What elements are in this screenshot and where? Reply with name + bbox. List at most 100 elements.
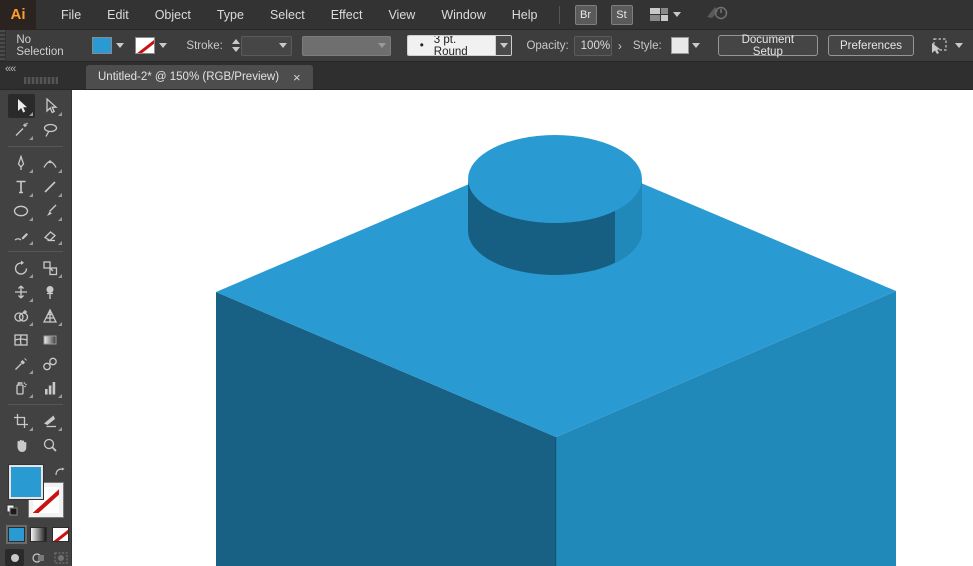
style-swatch[interactable] xyxy=(670,37,689,54)
selection-tool[interactable] xyxy=(7,94,35,118)
slice-tool[interactable] xyxy=(37,409,64,433)
opacity-label[interactable]: Opacity: xyxy=(526,40,568,52)
chevron-down-icon xyxy=(692,43,701,48)
brush-definition-value[interactable]: • 3 pt. Round xyxy=(407,35,495,56)
direct-selection-tool[interactable] xyxy=(37,94,64,118)
eraser-tool[interactable] xyxy=(37,223,64,247)
dock-grip[interactable] xyxy=(24,77,58,84)
menu-edit[interactable]: Edit xyxy=(94,0,142,30)
menu-effect[interactable]: Effect xyxy=(318,0,376,30)
blend-tool[interactable] xyxy=(37,352,64,376)
column-graph-tool[interactable] xyxy=(37,376,64,400)
control-bar: No Selection Stroke: • 3 pt. Round Opaci… xyxy=(0,30,973,62)
menu-file[interactable]: File xyxy=(48,0,94,30)
hand-tool[interactable] xyxy=(8,433,35,457)
menu-type[interactable]: Type xyxy=(204,0,257,30)
perspective-grid-tool[interactable] xyxy=(37,304,64,328)
zoom-tool[interactable] xyxy=(37,433,64,457)
type-tool[interactable] xyxy=(8,175,35,199)
shape-builder-tool[interactable] xyxy=(8,304,35,328)
chevron-down-icon xyxy=(158,43,167,48)
draw-normal-button[interactable] xyxy=(5,549,25,566)
puppet-warp-tool[interactable] xyxy=(37,280,64,304)
stroke-color-swatch-none[interactable] xyxy=(135,37,156,54)
selection-status: No Selection xyxy=(16,33,64,58)
stepper-up-icon[interactable] xyxy=(231,39,240,44)
brush-definition-dropdown[interactable] xyxy=(494,36,512,55)
eyedropper-tool[interactable] xyxy=(8,352,35,376)
pen-tool[interactable] xyxy=(8,151,35,175)
document-setup-button[interactable]: Document Setup xyxy=(717,34,818,58)
fill-color-widget[interactable] xyxy=(92,37,127,54)
width-tool[interactable] xyxy=(8,280,35,304)
fill-proxy-swatch[interactable] xyxy=(8,464,44,500)
control-bar-grip[interactable] xyxy=(0,30,7,61)
toolbar-divider xyxy=(8,404,63,405)
mesh-tool[interactable] xyxy=(8,328,35,352)
menubar-separator xyxy=(558,5,560,24)
document-tab-bar: «« Untitled-2* @ 150% (RGB/Preview) × xyxy=(0,62,973,90)
lasso-tool[interactable] xyxy=(37,118,64,142)
shaper-tool[interactable] xyxy=(8,223,35,247)
line-segment-tool[interactable] xyxy=(37,175,64,199)
select-similar-widget[interactable] xyxy=(929,37,963,55)
stroke-weight-stepper[interactable] xyxy=(230,36,242,56)
chevron-down-icon xyxy=(499,43,508,48)
stock-button[interactable]: St xyxy=(610,4,633,25)
menu-bar: Ai File Edit Object Type Select Effect V… xyxy=(0,0,973,30)
menu-select[interactable]: Select xyxy=(257,0,318,30)
document-tab[interactable]: Untitled-2* @ 150% (RGB/Preview) × xyxy=(86,65,313,89)
style-widget[interactable] xyxy=(670,37,704,54)
stroke-weight-combo[interactable] xyxy=(241,35,292,56)
menu-object[interactable]: Object xyxy=(142,0,204,30)
curvature-tool[interactable] xyxy=(37,151,64,175)
stroke-weight-dropdown[interactable] xyxy=(276,37,291,54)
swap-fill-stroke-icon[interactable] xyxy=(54,466,67,484)
draw-behind-button[interactable] xyxy=(28,549,47,566)
stroke-color-widget[interactable] xyxy=(135,37,170,54)
opacity-field[interactable]: 100% xyxy=(573,35,612,56)
stroke-color-dropdown[interactable] xyxy=(155,37,170,54)
magic-wand-tool[interactable] xyxy=(8,118,35,142)
toolbar-divider xyxy=(8,251,63,252)
scale-tool[interactable] xyxy=(37,256,64,280)
brush-dot-icon: • xyxy=(419,39,424,52)
style-dropdown[interactable] xyxy=(689,37,704,54)
draw-inside-button[interactable] xyxy=(52,549,71,566)
fill-color-swatch[interactable] xyxy=(92,37,113,54)
chevron-down-icon xyxy=(279,43,287,48)
preferences-button[interactable]: Preferences xyxy=(827,35,914,56)
stroke-label[interactable]: Stroke: xyxy=(186,40,222,52)
symbol-sprayer-tool[interactable] xyxy=(8,376,35,400)
opacity-panel-arrow[interactable]: › xyxy=(612,39,628,53)
menu-view[interactable]: View xyxy=(375,0,428,30)
stepper-down-icon[interactable] xyxy=(231,47,240,52)
canvas-artboard[interactable] xyxy=(72,90,973,566)
brush-name: 3 pt. Round xyxy=(433,35,468,56)
apply-gradient-button[interactable] xyxy=(30,527,47,542)
apply-none-button[interactable] xyxy=(52,527,69,542)
ellipse-tool[interactable] xyxy=(8,199,35,223)
menu-help[interactable]: Help xyxy=(499,0,551,30)
menu-list: File Edit Object Type Select Effect View… xyxy=(48,0,551,30)
gradient-tool[interactable] xyxy=(37,328,64,352)
workspace-switcher-icon xyxy=(649,7,668,21)
artboard-tool[interactable] xyxy=(8,409,35,433)
stud-top[interactable] xyxy=(468,135,642,223)
artwork-lego-brick xyxy=(216,135,896,566)
menu-window[interactable]: Window xyxy=(428,0,498,30)
collapse-panel-icon[interactable]: «« xyxy=(5,63,16,75)
default-fill-stroke-icon[interactable] xyxy=(6,503,18,521)
workspace-switcher[interactable] xyxy=(649,7,681,22)
rotate-tool[interactable] xyxy=(8,256,35,280)
drawing-modes xyxy=(0,542,71,566)
paintbrush-tool[interactable] xyxy=(37,199,64,223)
style-label[interactable]: Style: xyxy=(633,40,662,52)
chevron-down-icon xyxy=(954,43,963,48)
apply-color-button[interactable] xyxy=(6,525,27,544)
close-icon[interactable]: × xyxy=(293,71,301,84)
fill-color-dropdown[interactable] xyxy=(112,37,127,54)
brush-definition-widget[interactable]: • 3 pt. Round xyxy=(406,35,513,56)
bridge-button[interactable]: Br xyxy=(574,4,597,25)
touch-workspace-icon xyxy=(705,3,729,26)
